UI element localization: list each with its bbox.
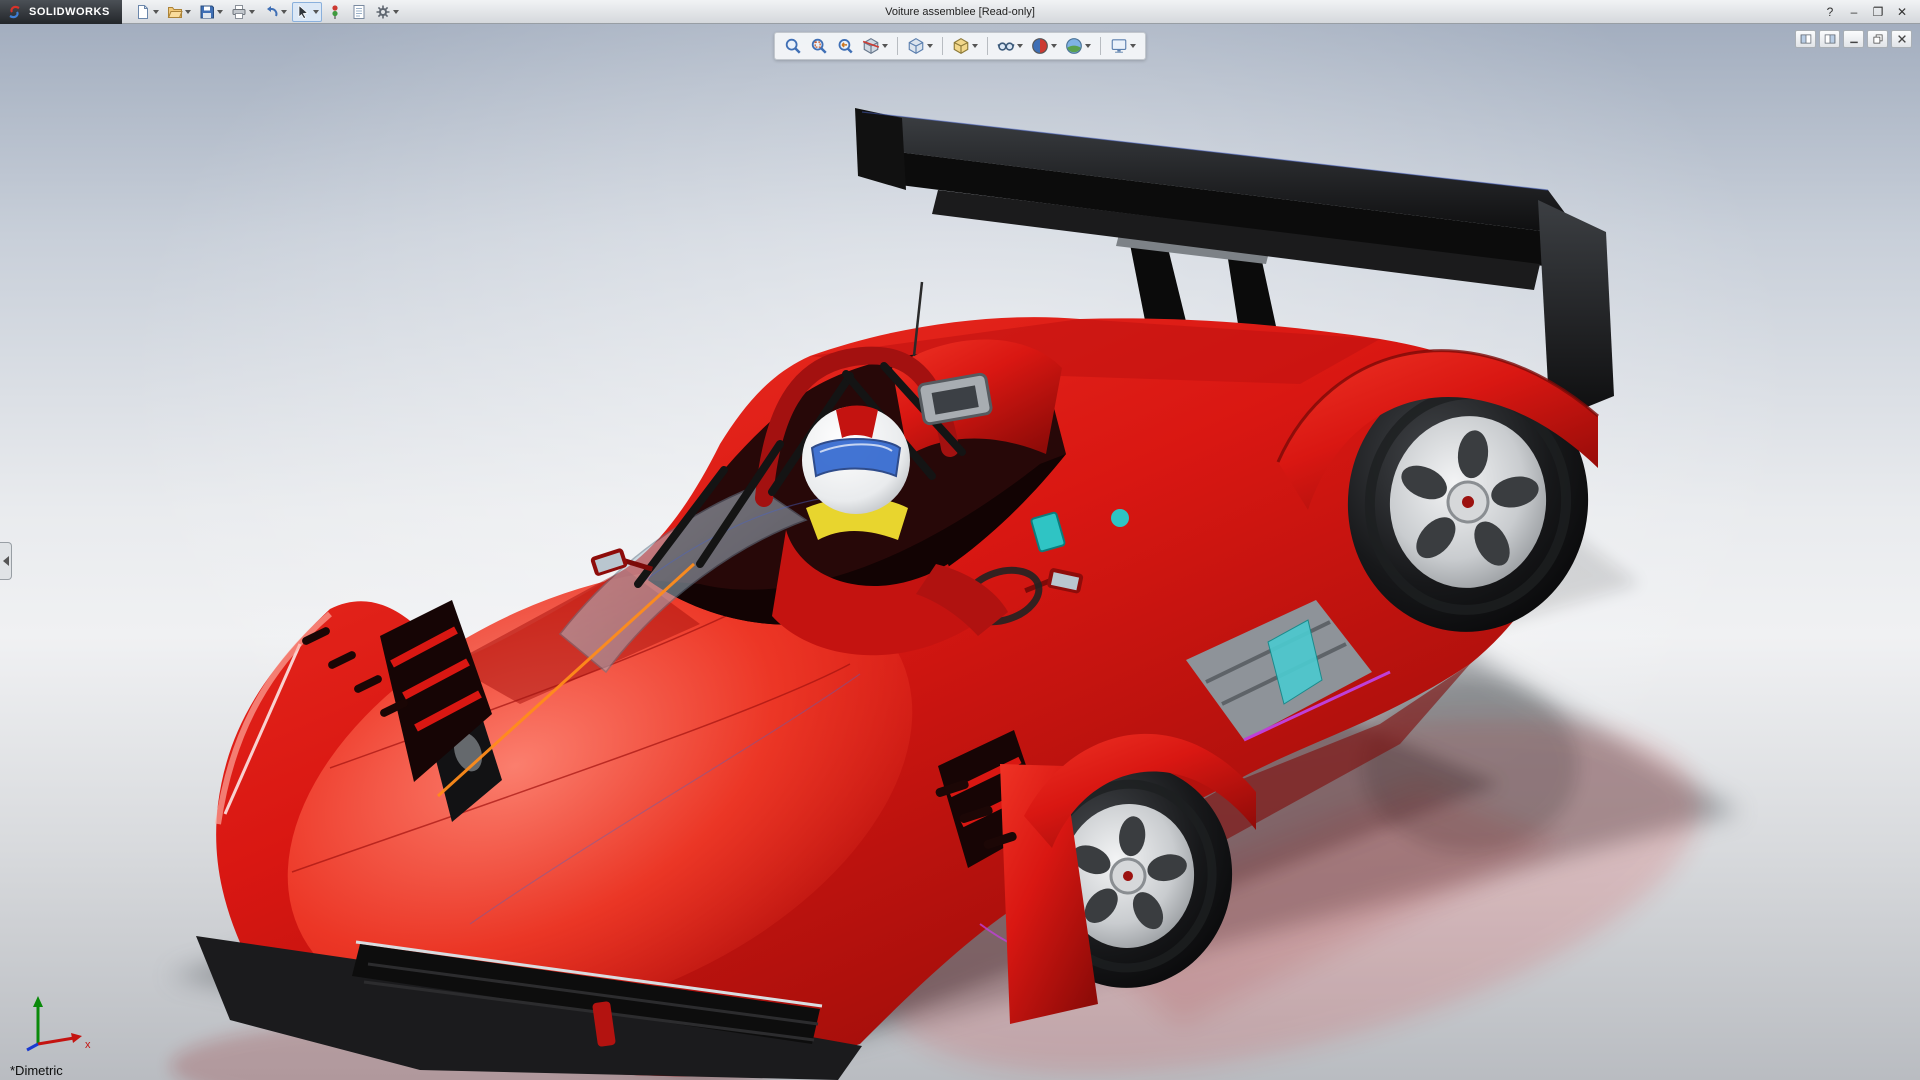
orient-icon (907, 37, 925, 55)
scene-icon (1065, 37, 1083, 55)
zoom-to-area-button[interactable] (807, 35, 831, 57)
document-title: Voiture assemblee [Read-only] (885, 5, 1035, 18)
toolbar-separator (942, 37, 943, 55)
dropdown-caret-icon (1085, 44, 1091, 48)
section-icon (862, 37, 880, 55)
restore-icon (1872, 33, 1884, 45)
doc-close-button[interactable] (1891, 30, 1912, 48)
zoom-to-fit-button[interactable] (781, 35, 805, 57)
dropdown-caret-icon (312, 9, 319, 14)
dropdown-caret-icon (280, 9, 287, 14)
options-button[interactable] (372, 2, 402, 22)
dropdown-caret-icon (972, 44, 978, 48)
prev-view-icon (836, 37, 854, 55)
window-controls: ? – ❐ ✕ (1822, 5, 1920, 19)
dropdown-caret-icon (1017, 44, 1023, 48)
tile-right-button[interactable] (1819, 30, 1840, 48)
toolbar-separator (897, 37, 898, 55)
dropdown-caret-icon (1051, 44, 1057, 48)
chevron-left-icon (2, 556, 9, 566)
view-heads-up-toolbar (774, 32, 1146, 60)
hide-show-items-button[interactable] (994, 35, 1026, 57)
minimize-button[interactable]: – (1846, 5, 1862, 19)
solidworks-window: SOLIDWORKS Voiture assemblee [Read-only]… (0, 0, 1920, 1080)
print-button[interactable] (228, 2, 258, 22)
car-render (168, 108, 1740, 1080)
view-orientation-label: *Dimetric (10, 1063, 63, 1078)
toolbar-separator (1100, 37, 1101, 55)
display-style-button[interactable] (949, 35, 981, 57)
dropdown-caret-icon (882, 44, 888, 48)
print-icon (231, 4, 247, 20)
undo-icon (263, 4, 279, 20)
zoom-area-icon (810, 37, 828, 55)
opts-icon (375, 4, 391, 20)
display-icon (952, 37, 970, 55)
open-icon (167, 4, 183, 20)
dropdown-caret-icon (927, 44, 933, 48)
settings-icon (1110, 37, 1128, 55)
apply-scene-button[interactable] (1062, 35, 1094, 57)
zoom-fit-icon (784, 37, 802, 55)
snaps-icon (327, 4, 343, 20)
pane1-icon (1800, 33, 1812, 45)
dropdown-caret-icon (152, 9, 159, 14)
main-toolbar (122, 1, 412, 22)
min-icon (1848, 33, 1860, 45)
sheet-properties-button[interactable] (348, 2, 370, 22)
graphics-viewport[interactable]: x *Dimetric (0, 24, 1920, 1080)
new-document-button[interactable] (132, 2, 162, 22)
section-view-button[interactable] (859, 35, 891, 57)
document-window-controls (1795, 30, 1912, 48)
view-orientation-button[interactable] (904, 35, 936, 57)
doc-restore-button[interactable] (1867, 30, 1888, 48)
new-doc-icon (135, 4, 151, 20)
pane2-icon (1824, 33, 1836, 45)
open-button[interactable] (164, 2, 194, 22)
quick-snaps-button[interactable] (324, 2, 346, 22)
doc-minimize-button[interactable] (1843, 30, 1864, 48)
appearance-icon (1031, 37, 1049, 55)
previous-view-button[interactable] (833, 35, 857, 57)
maximize-button[interactable]: ❐ (1870, 5, 1886, 19)
select-icon (295, 4, 311, 20)
feature-tree-collapse-tab[interactable] (0, 542, 12, 580)
dropdown-caret-icon (184, 9, 191, 14)
close-button[interactable]: ✕ (1894, 5, 1910, 19)
sheet-icon (351, 4, 367, 20)
close-icon (1896, 33, 1908, 45)
triad-x-label: x (85, 1039, 91, 1051)
title-bar: SOLIDWORKS Voiture assemblee [Read-only]… (0, 0, 1920, 24)
undo-button[interactable] (260, 2, 290, 22)
select-button[interactable] (291, 1, 322, 22)
save-icon (199, 4, 215, 20)
dropdown-caret-icon (392, 9, 399, 14)
toolbar-separator (987, 37, 988, 55)
dassault-logo-icon (9, 5, 20, 18)
edit-appearance-button[interactable] (1028, 35, 1060, 57)
dropdown-caret-icon (248, 9, 255, 14)
save-button[interactable] (196, 2, 226, 22)
help-button[interactable]: ? (1822, 5, 1838, 19)
solidworks-logo: SOLIDWORKS (0, 0, 122, 24)
orientation-triad: x (26, 996, 91, 1052)
view-settings-button[interactable] (1107, 35, 1139, 57)
tile-left-button[interactable] (1795, 30, 1816, 48)
dropdown-caret-icon (216, 9, 223, 14)
hideshow-icon (997, 37, 1015, 55)
app-name: SOLIDWORKS (29, 5, 110, 18)
dropdown-caret-icon (1130, 44, 1136, 48)
